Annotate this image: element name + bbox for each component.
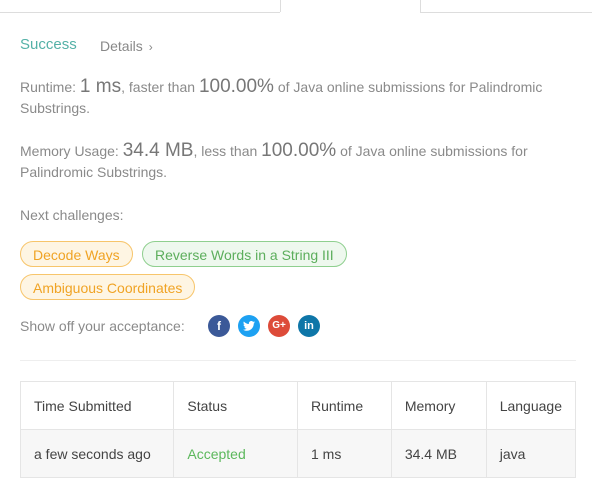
- runtime-middle: , faster than: [121, 79, 199, 95]
- tab-bar: [0, 0, 592, 13]
- tab-active[interactable]: [280, 0, 421, 12]
- challenge-reverse-words[interactable]: Reverse Words in a String III: [142, 241, 347, 267]
- runtime-summary: Runtime: 1 ms, faster than 100.00% of Ja…: [20, 76, 570, 119]
- cell-memory: 34.4 MB: [390, 429, 487, 478]
- linkedin-icon[interactable]: in: [298, 315, 320, 337]
- memory-middle: , less than: [193, 143, 262, 159]
- share-label: Show off your acceptance:: [20, 318, 185, 334]
- details-link[interactable]: Details ›: [100, 38, 153, 54]
- challenge-decode-ways[interactable]: Decode Ways: [20, 241, 133, 267]
- status-success: Success: [20, 36, 77, 53]
- facebook-icon[interactable]: f: [208, 315, 230, 337]
- header-runtime[interactable]: Runtime: [297, 381, 392, 430]
- google-plus-icon[interactable]: G+: [268, 315, 290, 337]
- header-language[interactable]: Language: [485, 381, 577, 430]
- cell-status-accepted[interactable]: Accepted: [173, 429, 298, 478]
- tab-right[interactable]: [420, 0, 592, 13]
- memory-percent: 100.00%: [261, 140, 337, 161]
- twitter-icon[interactable]: [238, 315, 260, 337]
- status-row: Success Details ›: [20, 36, 153, 56]
- runtime-value: 1 ms: [79, 76, 122, 97]
- memory-summary: Memory Usage: 34.4 MB, less than 100.00%…: [20, 140, 570, 183]
- cell-language: java: [485, 429, 577, 478]
- cell-time: a few seconds ago: [19, 429, 175, 478]
- table-header-row: Time Submitted Status Runtime Memory Lan…: [19, 381, 577, 430]
- details-label: Details: [100, 38, 143, 54]
- header-status[interactable]: Status: [173, 381, 298, 430]
- table-row: a few seconds ago Accepted 1 ms 34.4 MB …: [19, 429, 577, 478]
- runtime-percent: 100.00%: [198, 76, 274, 97]
- tab-left[interactable]: [0, 0, 280, 13]
- memory-prefix: Memory Usage:: [20, 143, 123, 159]
- header-memory[interactable]: Memory: [390, 381, 487, 430]
- submissions-table: Time Submitted Status Runtime Memory Lan…: [19, 381, 577, 478]
- header-time-submitted[interactable]: Time Submitted: [19, 381, 175, 430]
- runtime-prefix: Runtime:: [20, 79, 80, 95]
- challenge-ambiguous-coordinates[interactable]: Ambiguous Coordinates: [20, 274, 196, 300]
- next-challenges-label: Next challenges:: [20, 207, 124, 223]
- divider: [20, 360, 576, 361]
- memory-value: 34.4 MB: [122, 140, 194, 161]
- cell-runtime: 1 ms: [297, 429, 392, 478]
- chevron-right-icon: ›: [148, 40, 153, 54]
